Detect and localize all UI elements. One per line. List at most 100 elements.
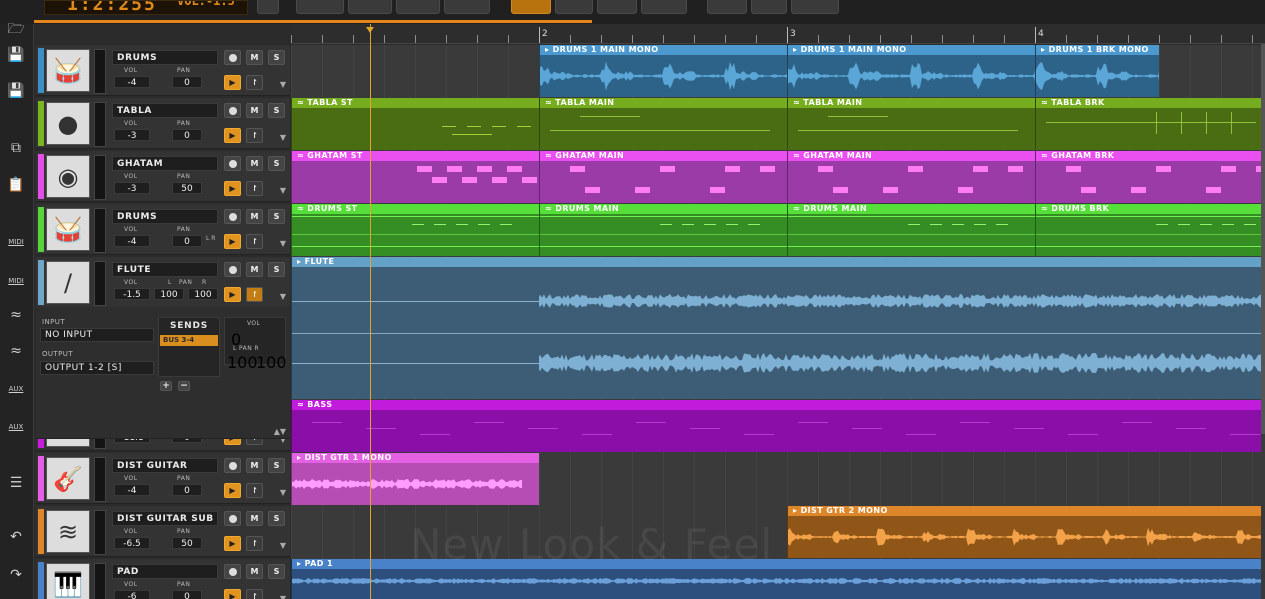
track-lane[interactable]: ≈ GHATAM ST ≈ GHATAM MAIN ≈ GHATAM MAIN ≈ G… [291,151,1265,203]
clip[interactable]: ≈ GHATAM BRK [1035,151,1261,203]
paste-icon[interactable]: 📋 [4,174,28,196]
save-icon[interactable]: 💾 [4,44,28,66]
track-header[interactable]: 🎸 DIST GUITAR VOL -4 PAN 0 M S ▶ ↾ ▼ [36,453,290,504]
keyboard-icon[interactable]: 🎹 [46,563,90,599]
clip[interactable]: ≈ GHATAM MAIN [539,151,787,203]
clip-header[interactable]: ≈ DRUMS BRK [1036,204,1261,214]
undo-icon[interactable]: ↶ [4,526,28,548]
flute-icon[interactable]: ∕ [46,261,90,304]
output-select[interactable]: OUTPUT 1-2 [S] [40,361,154,375]
add-audio-track-icon[interactable]: ≈ [4,304,28,326]
clip-header[interactable]: ≈ GHATAM BRK [1036,151,1261,161]
track-header[interactable]: ≋ DIST GUITAR SUB VOL -6.5 PAN 50 M S ▶ ↾ ▼ [36,506,290,557]
track-header[interactable]: ◉ GHATAM VOL -3 PAN 50 M S ▶ ↾ ▼ [36,151,290,202]
play-clip-button[interactable]: ▶ [224,181,241,196]
volume-field[interactable]: -4 [114,76,150,88]
track-menu-arrow[interactable]: ▼ [280,541,286,550]
volume-field[interactable]: -4 [114,235,150,247]
track-name[interactable]: DRUMS [112,50,218,65]
add-audio-stereo-icon[interactable]: ≈ [4,340,28,362]
record-button[interactable] [444,0,490,14]
track-name[interactable]: DIST GUITAR SUB [112,511,218,526]
clip[interactable]: ≈ DRUMS ST [291,204,539,256]
send-pan-left-field[interactable]: 100 [227,353,258,372]
track-lane[interactable]: ▸ DIST GTR 1 MONO [291,453,1265,505]
input-select[interactable]: NO INPUT [40,328,154,342]
clip-header[interactable]: ▸ DIST GTR 2 MONO [788,506,1261,516]
pan-field[interactable]: 50 [172,537,202,549]
track-lane[interactable]: ▸ DRUMS 1 MAIN MONO ▸ DRUMS 1 MAIN MONO ▸ … [291,45,1265,97]
mute-button[interactable]: M [246,50,263,65]
drum-icon[interactable]: 🥁 [46,208,90,251]
automation-button[interactable]: ↾ [246,181,263,196]
play-clip-button[interactable]: ▶ [224,589,241,599]
record-arm-button[interactable] [224,564,241,579]
automation-button[interactable]: ↾ [246,128,263,143]
play-clip-button[interactable]: ▶ [224,287,241,302]
remove-send-button[interactable]: − [178,381,190,391]
track-lane[interactable]: ≈ TABLA ST ≈ TABLA MAIN ≈ TABLA MAIN ≈ TABL… [291,98,1265,150]
track-menu-arrow[interactable]: ▼ [280,80,286,89]
metronome-button[interactable] [555,0,593,14]
track-menu-arrow[interactable]: ▼ [280,292,286,301]
pan-field[interactable]: 0 [172,129,202,141]
play-button[interactable] [396,0,440,14]
track-name[interactable]: PAD [112,564,218,579]
clip-header[interactable]: ▸ DRUMS 1 MAIN MONO [540,45,787,55]
record-arm-button[interactable] [224,103,241,118]
track-header[interactable]: ∕ FLUTE VOL -1.5 L PAN R 100 100 M S ▶ ↾ ▼ [36,257,290,308]
pan-right-field[interactable]: 100 [188,288,218,300]
mute-button[interactable]: M [246,511,263,526]
record-arm-button[interactable] [224,156,241,171]
record-arm-button[interactable] [224,262,241,277]
clip-header[interactable]: ≈ DRUMS MAIN [788,204,1035,214]
folder-icon[interactable]: 🗁 [4,18,28,40]
edit-view-button[interactable] [751,0,787,14]
volume-field[interactable]: -3 [114,182,150,194]
automation-button[interactable]: ↾ [246,287,263,302]
track-name[interactable]: DRUMS [112,209,218,224]
save-as-icon[interactable]: 💾 [4,80,28,102]
pan-field[interactable]: 0 [172,76,202,88]
pan-field[interactable]: 0 [172,484,202,496]
volume-field[interactable]: -6.5 [114,537,150,549]
pan-field[interactable]: 0 [172,235,202,247]
solo-button[interactable]: S [268,50,285,65]
volume-field[interactable]: -6 [114,590,150,599]
track-name[interactable]: TABLA [112,103,218,118]
pan-left-field[interactable]: 100 [154,288,184,300]
track-lane[interactable]: ▸ FLUTE [291,257,1265,399]
add-aux-track-icon[interactable]: AUX [4,376,28,398]
tempo-button[interactable] [641,0,687,14]
track-header[interactable]: 🥁 DRUMS VOL -4 PAN 0 M S ▶ ↾ ▼ [36,45,290,96]
track-menu-arrow[interactable]: ▼ [280,133,286,142]
track-name[interactable]: DIST GUITAR [112,458,218,473]
play-clip-button[interactable]: ▶ [224,234,241,249]
clip[interactable]: ≈ GHATAM ST [291,151,539,203]
clip-header[interactable]: ≈ DRUMS ST [292,204,539,214]
clip[interactable]: ≈ BASS [291,400,1261,452]
waveform-icon[interactable]: ≋ [46,510,90,553]
track-lane[interactable]: ≈ BASS [291,400,1265,452]
drum-icon[interactable]: 🥁 [46,49,90,92]
add-aux-bus-icon[interactable]: AUX [4,414,28,436]
clip[interactable]: ≈ TABLA ST [291,98,539,150]
send-bus-slot[interactable]: BUS 3-4 [160,335,218,346]
clip[interactable]: ▸ DRUMS 1 MAIN MONO [787,45,1035,97]
vertical-scrollbar[interactable] [1261,44,1265,434]
pan-field[interactable]: 50 [172,182,202,194]
punch-button[interactable] [597,0,637,14]
clip[interactable]: ▸ DRUMS 1 MAIN MONO [539,45,787,97]
ghatam-icon[interactable]: ◉ [46,155,90,198]
timeline-ruler[interactable]: 2 3 4 [291,24,1265,44]
send-pan-right-field[interactable]: 100 [256,353,287,372]
volume-field[interactable]: -4 [114,484,150,496]
add-midi-instrument-icon[interactable]: MIDI [4,268,28,290]
solo-button[interactable]: S [268,103,285,118]
clip-header[interactable]: ▸ FLUTE [292,257,1261,267]
clip[interactable]: ▸ DIST GTR 1 MONO [291,453,539,505]
volume-field[interactable]: -3 [114,129,150,141]
mute-button[interactable]: M [246,103,263,118]
clip[interactable]: ▸ DIST GTR 2 MONO [787,506,1261,558]
track-lane[interactable]: ≈ DRUMS ST ≈ DRUMS MAIN ≈ DRUMS MAIN ≈ DRUM… [291,204,1265,256]
